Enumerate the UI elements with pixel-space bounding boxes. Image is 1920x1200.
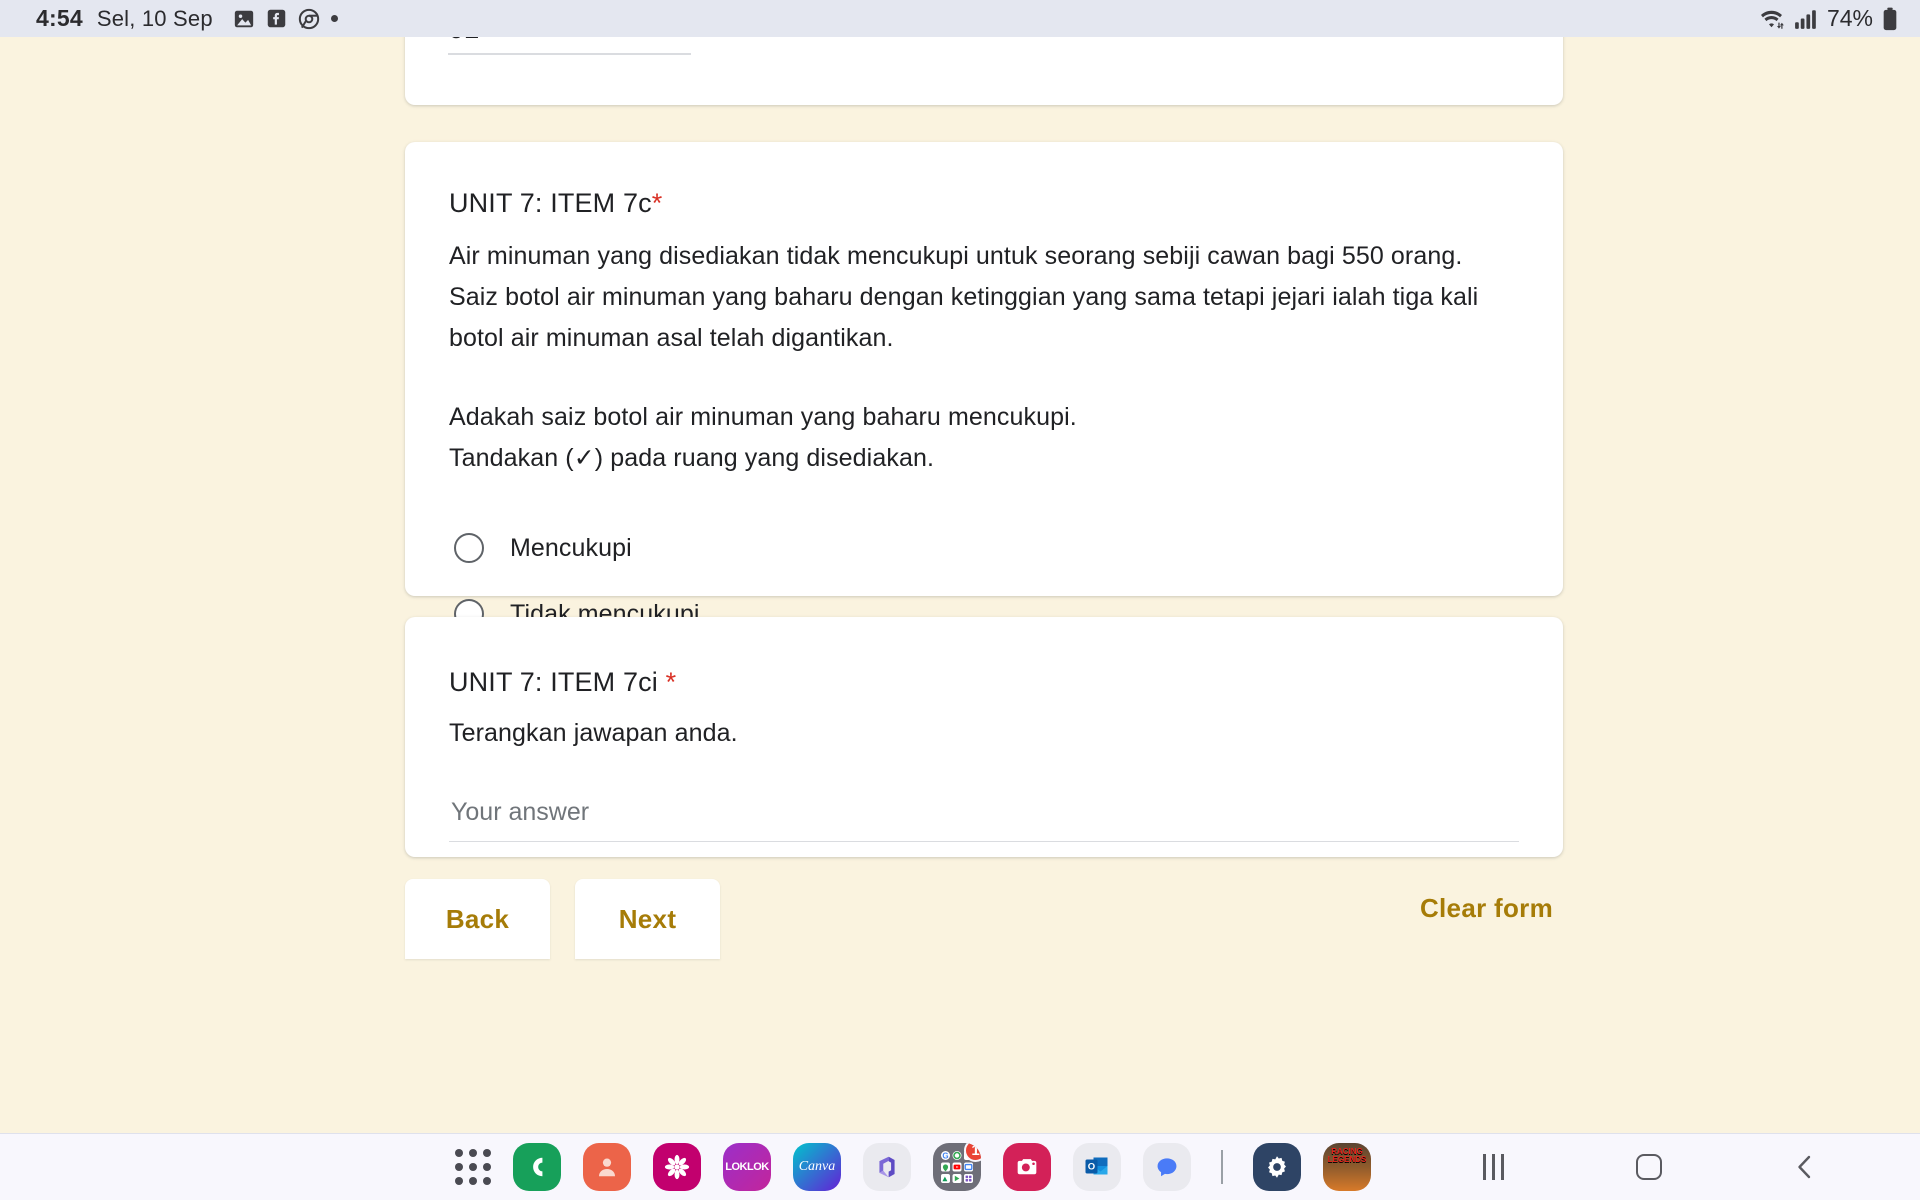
recents-icon (1482, 1154, 1504, 1180)
next-button[interactable]: Next (575, 879, 720, 959)
question-body-line-4: Tandakan (✓) pada ruang yang disediakan. (449, 444, 934, 472)
google-folder-icon[interactable]: G 1 (933, 1143, 981, 1191)
question-title-text-7ci: UNIT 7: ITEM 7ci (449, 667, 666, 697)
dock-app-list: LOKLOK Canva G 1 O RACING LEGENDS (455, 1143, 1371, 1191)
chrome-icon (298, 8, 320, 30)
question-body-line-1: Air minuman yang disediakan tidak mencuk… (449, 242, 1463, 270)
question-title-7c: UNIT 7: ITEM 7c* (449, 188, 1519, 219)
back-button[interactable]: Back (405, 879, 550, 959)
loklok-app-icon[interactable]: LOKLOK (723, 1143, 771, 1191)
facebook-icon (266, 8, 287, 29)
radio-option-label: Mencukupi (510, 533, 632, 562)
system-dock: LOKLOK Canva G 1 O RACING LEGENDS (0, 1133, 1920, 1200)
question-card-7c: UNIT 7: ITEM 7c* Air minuman yang disedi… (405, 142, 1563, 629)
canva-app-icon[interactable]: Canva (793, 1143, 841, 1191)
required-asterisk-7c: * (651, 188, 663, 218)
clear-form-button[interactable]: Clear form (1410, 879, 1563, 924)
svg-text:O: O (1088, 1161, 1095, 1172)
status-date: Sel, 10 Sep (96, 5, 213, 31)
question-card-7ci: UNIT 7: ITEM 7ci * Terangkan jawapan and… (405, 617, 1563, 857)
more-dot-icon (330, 15, 338, 22)
microsoft365-app-icon[interactable] (863, 1143, 911, 1191)
radio-option-mencukupi[interactable]: Mencukupi (449, 515, 1519, 581)
home-icon (1636, 1154, 1662, 1180)
status-time: 4:54 (36, 5, 83, 31)
system-navigation-bar (1470, 1144, 1828, 1190)
back-nav-button[interactable] (1782, 1144, 1828, 1190)
status-bar: 4:54 Sel, 10 Sep 74% (0, 0, 1920, 37)
cellular-signal-icon (1794, 8, 1818, 30)
gallery-app-icon[interactable] (653, 1143, 701, 1191)
phone-app-icon[interactable] (513, 1143, 561, 1191)
settings-app-icon[interactable] (1253, 1143, 1301, 1191)
battery-percent: 74% (1826, 5, 1873, 31)
form-navigation-row: Back Next Clear form (405, 879, 1563, 959)
racing-legends-app-icon[interactable]: RACING LEGENDS (1323, 1143, 1371, 1191)
notification-icons (233, 8, 338, 30)
svg-text:G: G (942, 1151, 948, 1160)
dock-divider (1221, 1150, 1223, 1184)
wifi-icon (1758, 7, 1785, 31)
previous-answer-underline (448, 53, 691, 55)
previous-answer-value: 61 (448, 37, 688, 45)
question-body-7ci: Terangkan jawapan anda. (449, 713, 1519, 754)
canva-label: Canva (798, 1159, 836, 1174)
answer-input-7ci[interactable] (449, 798, 1519, 842)
messages-app-icon[interactable] (1143, 1143, 1191, 1191)
required-asterisk-7ci: * (665, 667, 677, 697)
answer-field-wrapper[interactable] (449, 798, 1519, 842)
status-bar-left: 4:54 Sel, 10 Sep (36, 5, 338, 32)
instagram-app-icon[interactable] (1003, 1143, 1051, 1191)
previous-question-card: 61 (405, 37, 1563, 105)
apps-grid-icon[interactable] (455, 1149, 491, 1185)
radio-circle-icon[interactable] (454, 533, 484, 563)
question-body-7c: Air minuman yang disediakan tidak mencuk… (449, 236, 1519, 479)
form-scroll-area[interactable]: 61 UNIT 7: ITEM 7c* Air minuman yang dis… (0, 37, 1920, 1133)
question-title-text-7c: UNIT 7: ITEM 7c (449, 188, 652, 218)
status-bar-right: 74% (1758, 5, 1898, 32)
question-body-line-1: Terangkan jawapan anda. (449, 719, 738, 747)
outlook-app-icon[interactable]: O (1073, 1143, 1121, 1191)
loklok-label: LOKLOK (725, 1160, 769, 1173)
question-body-line-3: Adakah saiz botol air minuman yang bahar… (449, 403, 1077, 431)
question-body-line-2: Saiz botol air minuman yang baharu denga… (449, 283, 1479, 352)
question-title-7ci: UNIT 7: ITEM 7ci * (449, 667, 1519, 698)
image-icon (233, 8, 255, 30)
chevron-left-icon (1798, 1155, 1811, 1179)
recents-button[interactable] (1470, 1144, 1516, 1190)
battery-icon (1882, 7, 1898, 31)
home-button[interactable] (1626, 1144, 1672, 1190)
contacts-app-icon[interactable] (583, 1143, 631, 1191)
body-spacer (449, 359, 1519, 397)
racing-legends-label: RACING LEGENDS (1327, 1147, 1367, 1164)
